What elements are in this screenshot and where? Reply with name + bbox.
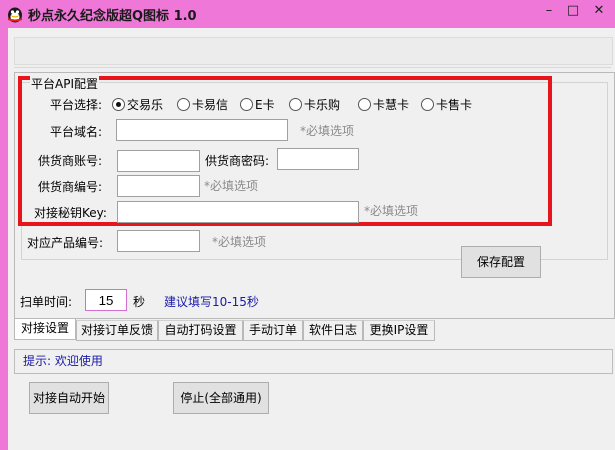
window-frame bbox=[0, 28, 8, 450]
radio-platform-5[interactable]: 卡售卡 bbox=[421, 96, 472, 113]
window-title: 秒点永久纪念版超Q图标 1.0 bbox=[28, 9, 197, 24]
radio-icon bbox=[421, 98, 434, 111]
radio-icon bbox=[112, 98, 125, 111]
scan-interval-label: 扫单时间: bbox=[20, 295, 73, 309]
tab-order-feedback[interactable]: 对接订单反馈 bbox=[76, 320, 158, 341]
scan-interval-unit: 秒 bbox=[133, 295, 146, 309]
status-bar: 提示: 欢迎使用 bbox=[14, 349, 613, 374]
domain-required-hint: *必填选项 bbox=[300, 124, 355, 138]
password-input[interactable] bbox=[277, 148, 359, 170]
stop-all-button[interactable]: 停止(全部通用) bbox=[173, 382, 269, 414]
radio-label: 卡乐购 bbox=[304, 98, 341, 112]
divider bbox=[14, 67, 611, 68]
radio-platform-4[interactable]: 卡慧卡 bbox=[358, 96, 409, 113]
tab-change-ip[interactable]: 更换IP设置 bbox=[363, 320, 435, 341]
supplier-no-label: 供货商编号: bbox=[38, 180, 103, 194]
group-title: 平台API配置 bbox=[30, 75, 99, 92]
domain-input[interactable] bbox=[116, 119, 288, 141]
radio-platform-0[interactable]: 交易乐 bbox=[112, 96, 163, 113]
radio-platform-3[interactable]: 卡乐购 bbox=[289, 96, 340, 113]
radio-label: E卡 bbox=[255, 98, 275, 112]
platform-label: 平台选择: bbox=[50, 98, 103, 112]
radio-icon bbox=[289, 98, 302, 111]
supplier-no-input[interactable] bbox=[117, 175, 200, 197]
key-required-hint: *必填选项 bbox=[364, 204, 419, 218]
toolbar-strip bbox=[14, 37, 613, 65]
start-auto-button[interactable]: 对接自动开始 bbox=[29, 382, 109, 414]
tab-api-settings[interactable]: 对接设置 bbox=[14, 319, 76, 340]
radio-platform-1[interactable]: 卡易信 bbox=[177, 96, 228, 113]
domain-label: 平台域名: bbox=[50, 125, 103, 139]
radio-icon bbox=[358, 98, 371, 111]
account-input[interactable] bbox=[117, 150, 200, 172]
radio-platform-2[interactable]: E卡 bbox=[240, 96, 275, 113]
radio-label: 卡易信 bbox=[192, 98, 229, 112]
radio-label: 卡慧卡 bbox=[373, 98, 410, 112]
tab-auto-captcha[interactable]: 自动打码设置 bbox=[158, 320, 243, 341]
product-no-label: 对应产品编号: bbox=[27, 236, 104, 250]
save-config-button[interactable]: 保存配置 bbox=[461, 246, 541, 278]
product-no-required-hint: *必填选项 bbox=[212, 235, 267, 249]
scan-interval-input[interactable] bbox=[85, 289, 127, 311]
status-text: 提示: 欢迎使用 bbox=[23, 354, 103, 368]
tab-manual-order[interactable]: 手动订单 bbox=[243, 320, 303, 341]
tab-software-log[interactable]: 软件日志 bbox=[303, 320, 363, 341]
password-label: 供货商密码: bbox=[205, 154, 270, 168]
radio-label: 交易乐 bbox=[127, 98, 164, 112]
app-logo-icon bbox=[6, 5, 24, 23]
key-input[interactable] bbox=[117, 201, 359, 223]
radio-icon bbox=[240, 98, 253, 111]
radio-icon bbox=[177, 98, 190, 111]
radio-label: 卡售卡 bbox=[436, 98, 473, 112]
key-label: 对接秘钥Key: bbox=[34, 206, 107, 220]
close-button[interactable]: ✕ bbox=[583, 0, 615, 22]
minimize-button[interactable]: – bbox=[536, 0, 562, 22]
product-no-input[interactable] bbox=[117, 230, 200, 252]
scan-suggestion: 建议填写10-15秒 bbox=[164, 295, 259, 309]
supplier-no-required-hint: *必填选项 bbox=[204, 179, 259, 193]
account-label: 供货商账号: bbox=[38, 154, 103, 168]
